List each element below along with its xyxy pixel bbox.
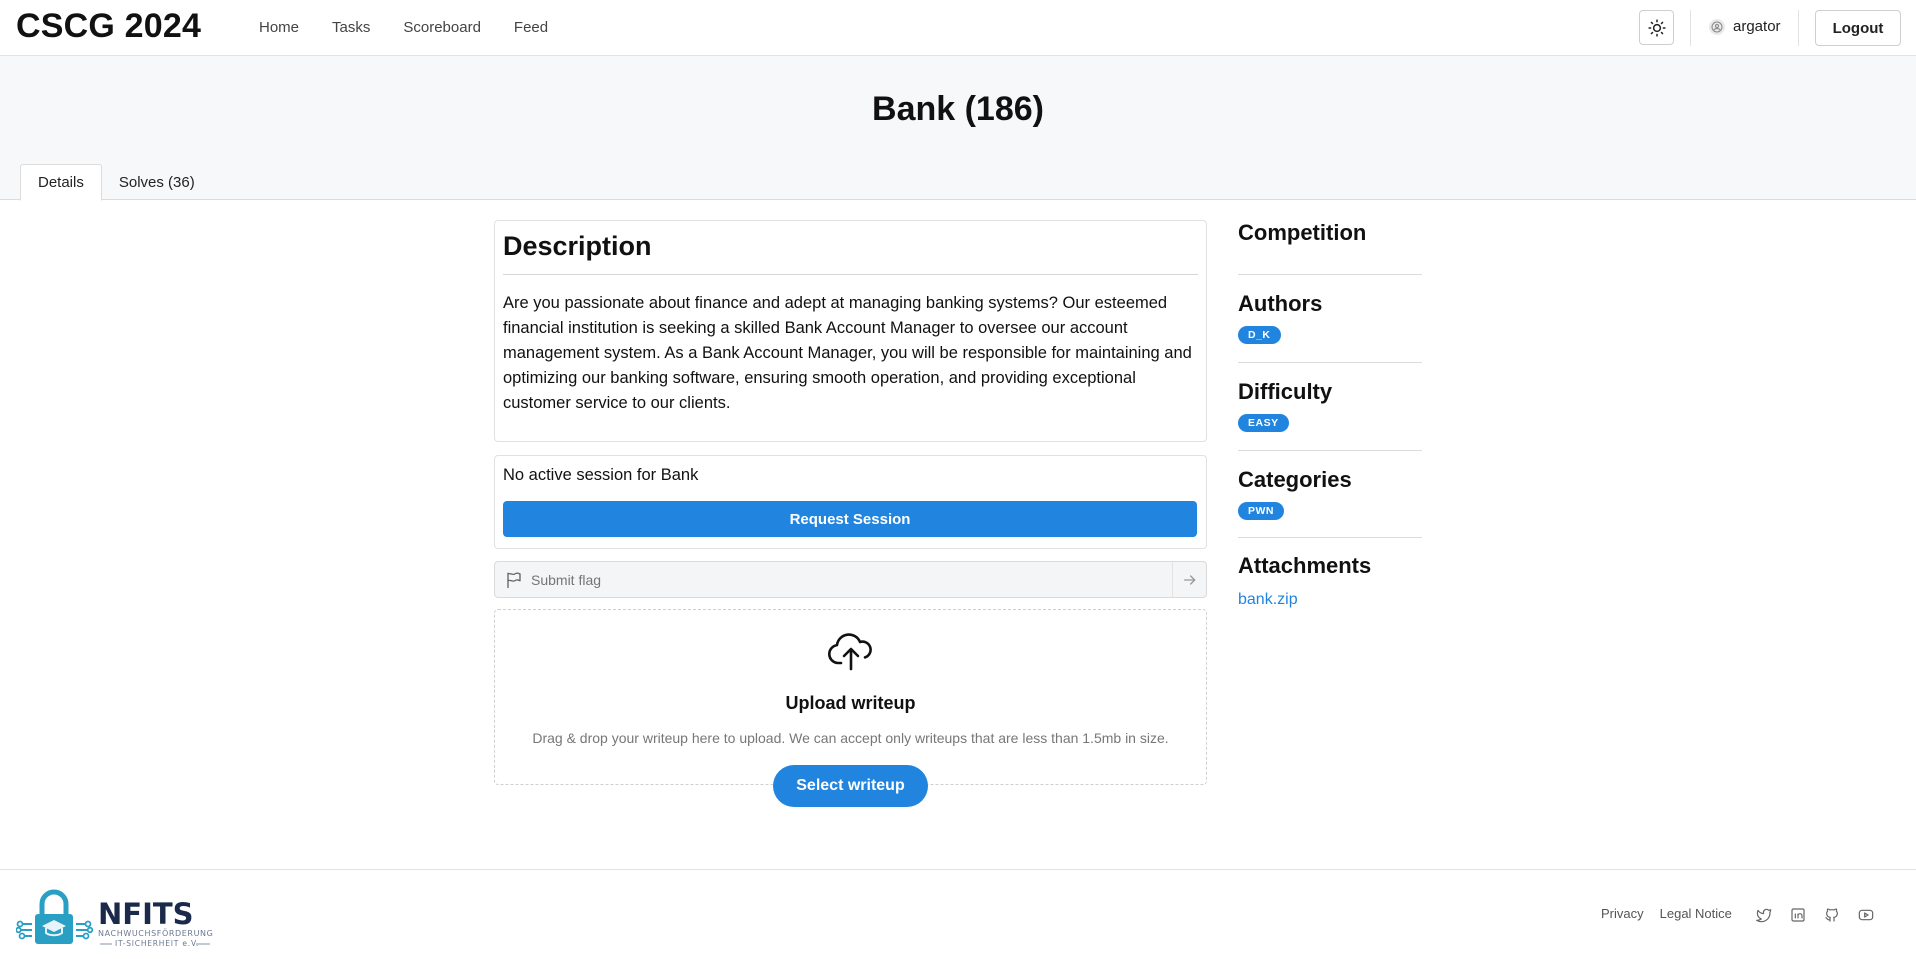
attachments-section: Attachments bank.zip [1238, 538, 1422, 609]
category-badge[interactable]: PWN [1238, 502, 1284, 520]
upload-hint: Drag & drop your writeup here to upload.… [532, 730, 1169, 746]
tab-solves[interactable]: Solves (36) [102, 164, 212, 201]
nav-link-home[interactable]: Home [259, 19, 299, 36]
flag-submit-button[interactable] [1172, 562, 1206, 597]
social-links [1755, 906, 1875, 924]
theme-toggle-button[interactable] [1639, 10, 1674, 45]
difficulty-title: Difficulty [1238, 379, 1333, 404]
linkedin-icon[interactable] [1789, 906, 1807, 924]
user-avatar-icon [1709, 18, 1725, 35]
competition-section: Competition [1238, 220, 1422, 275]
footer-link-privacy[interactable]: Privacy [1601, 906, 1644, 921]
author-badge[interactable]: D_K [1238, 326, 1281, 344]
nav-link-scoreboard[interactable]: Scoreboard [403, 19, 481, 36]
upload-dropzone[interactable]: Upload writeup Drag & drop your writeup … [494, 609, 1207, 807]
logo-subtitle-1: NACHWUCHSFÖRDERUNG [98, 928, 213, 938]
nfits-logo[interactable]: NFITS NACHWUCHSFÖRDERUNG IT-SICHERHEIT e… [16, 884, 236, 948]
authors-title: Authors [1238, 291, 1323, 316]
nav-link-feed[interactable]: Feed [514, 19, 548, 36]
footer-links: Privacy Legal Notice [1601, 906, 1732, 921]
flag-submit-bar [494, 561, 1207, 598]
flag-icon [503, 569, 525, 591]
challenge-tabs: Details Solves (36) [20, 164, 212, 201]
top-navbar: CSCG 2024 Home Tasks Scoreboard Feed arg… [0, 0, 1916, 56]
footer-link-legal[interactable]: Legal Notice [1660, 906, 1732, 921]
categories-title: Categories [1238, 467, 1352, 492]
attachment-link[interactable]: bank.zip [1238, 591, 1298, 608]
nav-divider [1690, 10, 1691, 46]
cloud-upload-icon [828, 633, 872, 671]
description-card: Description Are you passionate about fin… [494, 220, 1207, 442]
logout-button[interactable]: Logout [1815, 10, 1901, 46]
username: argator [1733, 18, 1781, 35]
logo-subtitle-2: IT-SICHERHEIT e.V. [115, 939, 199, 948]
main-nav: Home Tasks Scoreboard Feed [259, 19, 581, 36]
session-status-text: No active session for Bank [503, 466, 699, 484]
page-title: Bank (186) [872, 90, 1044, 128]
youtube-icon[interactable] [1857, 906, 1875, 924]
authors-section: Authors D_K [1238, 275, 1422, 363]
sun-icon [1647, 18, 1666, 37]
challenge-sidebar: Competition Authors D_K Difficulty EASY … [1238, 220, 1422, 609]
github-icon[interactable] [1823, 906, 1841, 924]
challenge-header: Bank (186) Details Solves (36) [0, 56, 1916, 201]
request-session-button[interactable]: Request Session [503, 501, 1197, 537]
logo-text: NFITS [98, 897, 194, 931]
nav-divider [1798, 10, 1799, 46]
session-card: No active session for Bank Request Sessi… [494, 455, 1207, 549]
description-heading: Description [503, 231, 1198, 275]
arrow-right-icon [1183, 574, 1195, 585]
tab-details[interactable]: Details [20, 164, 102, 201]
flag-input[interactable] [525, 571, 1172, 588]
user-menu[interactable]: argator [1709, 18, 1781, 35]
categories-section: Categories PWN [1238, 451, 1422, 538]
attachments-title: Attachments [1238, 553, 1372, 578]
nav-link-tasks[interactable]: Tasks [332, 19, 370, 36]
competition-title: Competition [1238, 220, 1367, 245]
footer: NFITS NACHWUCHSFÖRDERUNG IT-SICHERHEIT e… [0, 869, 1916, 959]
description-text: Are you passionate about finance and ade… [503, 294, 1192, 412]
difficulty-section: Difficulty EASY [1238, 363, 1422, 451]
difficulty-badge: EASY [1238, 414, 1289, 432]
upload-title: Upload writeup [785, 693, 916, 713]
select-writeup-button[interactable]: Select writeup [773, 765, 928, 807]
brand-title[interactable]: CSCG 2024 [16, 7, 201, 46]
twitter-icon[interactable] [1755, 906, 1773, 924]
